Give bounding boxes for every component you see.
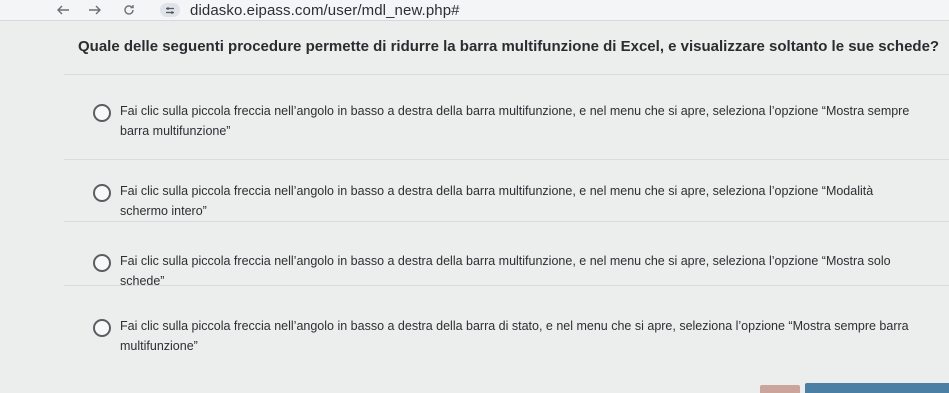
- radio-button[interactable]: [93, 104, 111, 122]
- radio-button[interactable]: [93, 184, 111, 202]
- divider: [64, 159, 949, 160]
- answer-option[interactable]: Fai clic sulla piccola freccia nell’ango…: [93, 103, 919, 141]
- address-bar[interactable]: didasko.eipass.com/user/mdl_new.php#: [160, 0, 460, 20]
- reload-icon[interactable]: [118, 0, 140, 20]
- question-text: Quale delle seguenti procedure permette …: [78, 38, 940, 55]
- forward-arrow-icon[interactable]: [84, 0, 106, 20]
- radio-button[interactable]: [93, 254, 111, 272]
- answer-option[interactable]: Fai clic sulla piccola freccia nell’ango…: [93, 183, 919, 221]
- radio-button[interactable]: [93, 319, 111, 337]
- divider: [64, 74, 949, 75]
- browser-toolbar: didasko.eipass.com/user/mdl_new.php#: [0, 0, 949, 21]
- answer-option-label: Fai clic sulla piccola freccia nell’ango…: [120, 184, 874, 218]
- divider: [64, 285, 949, 286]
- divider: [64, 221, 949, 222]
- url-text[interactable]: didasko.eipass.com/user/mdl_new.php#: [190, 2, 460, 19]
- answer-option[interactable]: Fai clic sulla piccola freccia nell’ango…: [93, 318, 919, 356]
- back-arrow-icon[interactable]: [52, 0, 74, 20]
- answer-option-label: Fai clic sulla piccola freccia nell’ango…: [120, 104, 910, 138]
- next-button[interactable]: [805, 383, 949, 393]
- site-settings-icon[interactable]: [160, 3, 180, 17]
- quiz-page: Quale delle seguenti procedure permette …: [0, 21, 949, 393]
- answer-option-label: Fai clic sulla piccola freccia nell’ango…: [120, 319, 909, 353]
- previous-button[interactable]: [760, 385, 800, 393]
